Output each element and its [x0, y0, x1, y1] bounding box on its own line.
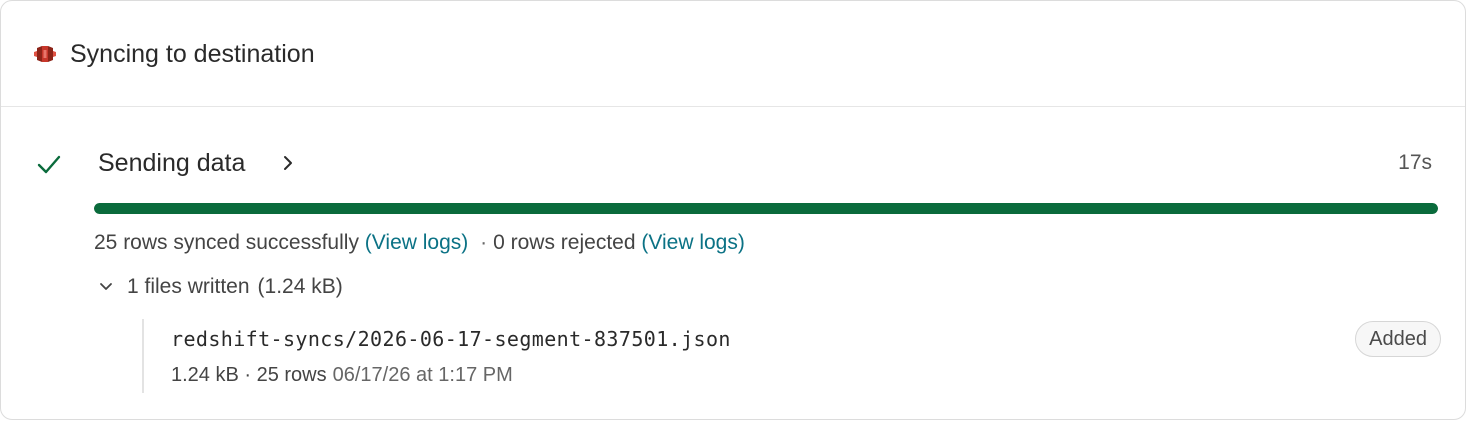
step-title[interactable]: Sending data: [98, 147, 245, 179]
synced-view-logs-link[interactable]: (View logs): [365, 231, 468, 254]
progress-bar: [94, 203, 1438, 214]
progress-fill: [94, 203, 1438, 214]
amazon-s3-logo-icon: [34, 46, 56, 62]
rows-synced-text: 25 rows synced successfully: [94, 231, 359, 254]
file-meta: 1.24 kB · 25 rows 06/17/26 at 1:17 PM: [171, 361, 513, 389]
summary-separator: ·: [480, 231, 488, 254]
chevron-down-icon[interactable]: [97, 278, 115, 296]
rows-rejected-text: 0 rows rejected: [493, 231, 636, 254]
chevron-right-icon[interactable]: [280, 153, 296, 173]
file-name: redshift-syncs/2026-06-17-segment-837501…: [171, 327, 731, 351]
card-header: Syncing to destination: [1, 1, 1465, 107]
files-size: (1.24 kB): [257, 275, 343, 298]
sync-card: Syncing to destination Sending data 17s …: [0, 0, 1466, 420]
check-icon: [37, 155, 61, 174]
file-date: 06/17/26 at 1:17 PM: [332, 364, 513, 386]
file-size-rows: 1.24 kB · 25 rows: [171, 364, 327, 386]
rejected-view-logs-link[interactable]: (View logs): [641, 231, 744, 254]
sync-summary: 25 rows synced successfully (View logs) …: [94, 229, 745, 257]
file-item: redshift-syncs/2026-06-17-segment-837501…: [142, 319, 1441, 393]
status-badge: Added: [1355, 321, 1441, 357]
files-written-toggle[interactable]: 1 files written (1.24 kB): [97, 273, 343, 301]
page-title: Syncing to destination: [70, 40, 315, 68]
files-count: 1 files written: [127, 275, 250, 298]
step-duration: 17s: [1398, 151, 1432, 174]
